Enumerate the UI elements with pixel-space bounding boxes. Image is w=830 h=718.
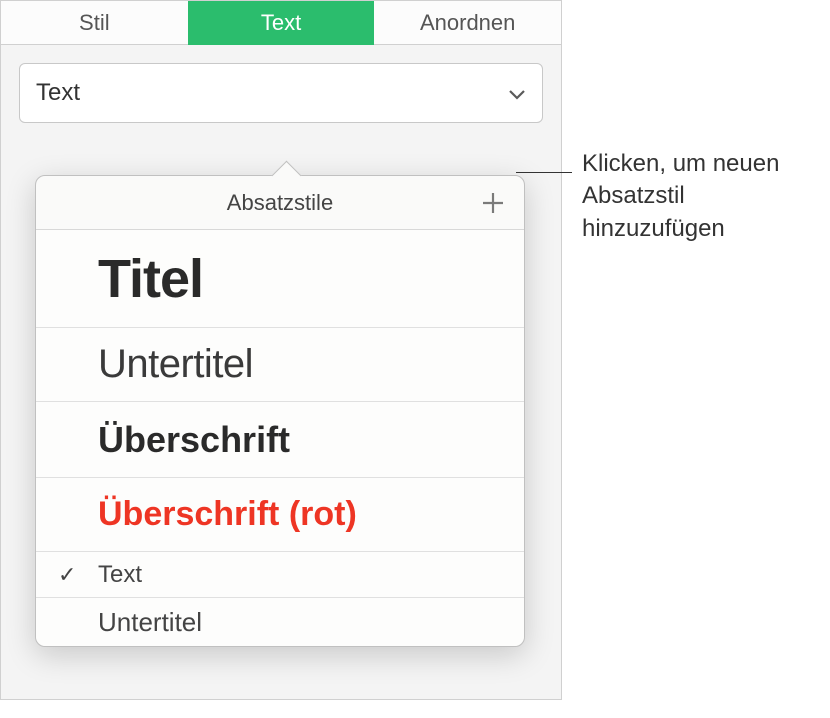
popover-header: Absatzstile (36, 176, 524, 230)
style-item-untertitel[interactable]: Untertitel (36, 328, 524, 402)
paragraph-style-dropdown[interactable]: Text (19, 63, 543, 123)
chevron-down-icon (508, 79, 526, 107)
style-item-text[interactable]: ✓ Text (36, 552, 524, 598)
dropdown-value: Text (36, 79, 80, 107)
style-label: Untertitel (98, 342, 253, 387)
style-label: Überschrift (98, 419, 290, 461)
inspector-panel: Stil Text Anordnen Text Absatzstile (0, 0, 562, 700)
style-item-untertitel-small[interactable]: Untertitel (36, 598, 524, 646)
paragraph-styles-popover: Absatzstile Titel Untertitel Überschrift (35, 175, 525, 647)
add-style-button[interactable] (478, 188, 508, 218)
callout-leader-line (516, 172, 572, 173)
tab-stil[interactable]: Stil (1, 1, 188, 45)
style-item-ueberschrift-rot[interactable]: Überschrift (rot) (36, 478, 524, 552)
style-item-ueberschrift[interactable]: Überschrift (36, 402, 524, 478)
style-label: Überschrift (rot) (98, 495, 357, 534)
check-icon: ✓ (58, 562, 76, 588)
style-item-titel[interactable]: Titel (36, 230, 524, 328)
tab-bar: Stil Text Anordnen (1, 1, 561, 45)
tab-text-label: Text (261, 10, 301, 36)
tab-stil-label: Stil (79, 10, 110, 36)
tab-anordnen[interactable]: Anordnen (374, 1, 561, 45)
style-label: Text (98, 561, 142, 589)
style-label: Titel (98, 248, 203, 310)
content-area: Text Absatzstile Titel (1, 45, 561, 699)
plus-icon (480, 190, 506, 216)
tab-anordnen-label: Anordnen (420, 10, 515, 36)
tab-text[interactable]: Text (188, 1, 375, 45)
callout-text: Klicken, um neuen Absatzstil hinzuzufüge… (582, 148, 822, 245)
style-list: Titel Untertitel Überschrift Überschrift… (36, 230, 524, 646)
style-label: Untertitel (98, 607, 202, 638)
popover-title: Absatzstile (227, 190, 333, 216)
